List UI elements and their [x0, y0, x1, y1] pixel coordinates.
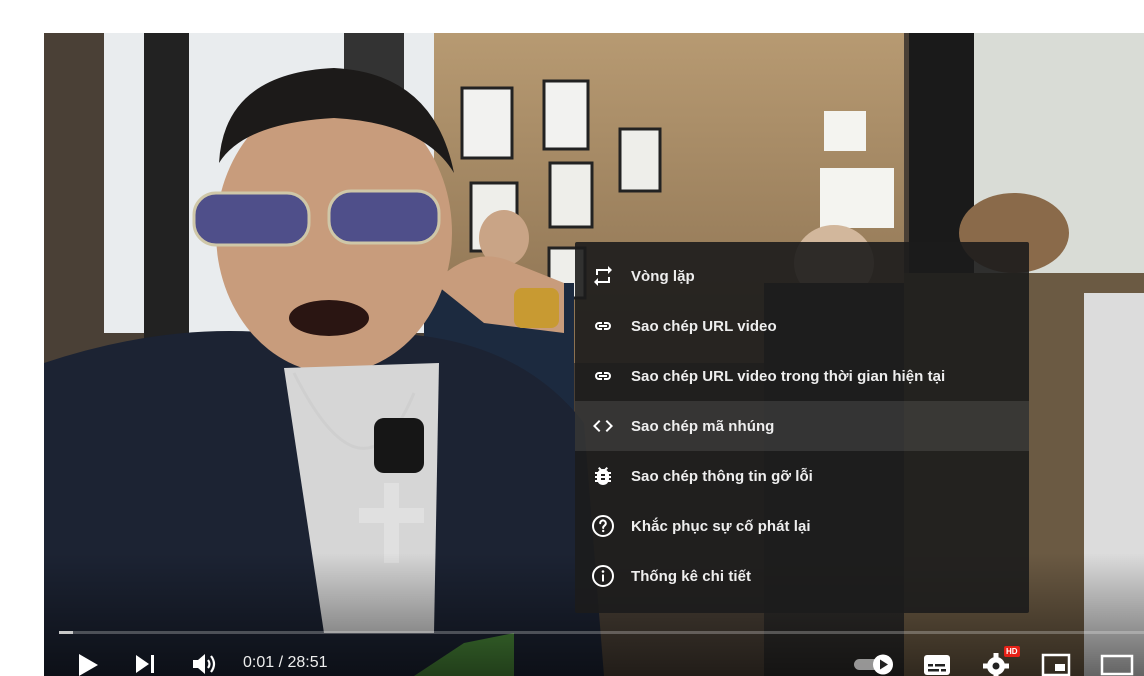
current-time: 0:01 [243, 654, 275, 671]
progress-bar[interactable] [59, 631, 1144, 634]
play-button[interactable] [76, 652, 100, 676]
loop-icon [590, 263, 616, 289]
progress-bar-played [59, 631, 73, 634]
menu-item-troubleshoot-playback[interactable]: Khắc phục sự cố phát lại [575, 501, 1029, 551]
context-menu: Vòng lặp Sao chép URL video Sao chép URL… [575, 242, 1029, 613]
theater-mode-button[interactable] [1100, 652, 1134, 676]
autoplay-toggle-icon [854, 654, 893, 675]
theater-mode-icon [1100, 654, 1134, 676]
menu-item-loop[interactable]: Vòng lặp [575, 251, 1029, 301]
menu-item-stats-for-nerds[interactable]: Thống kê chi tiết [575, 551, 1029, 601]
menu-item-copy-video-url-at-time[interactable]: Sao chép URL video trong thời gian hiện … [575, 351, 1029, 401]
bug-icon [590, 463, 616, 489]
time-display: 0:01 / 28:51 [243, 654, 328, 672]
hd-badge: HD [1004, 646, 1020, 657]
volume-icon [193, 654, 216, 674]
menu-item-label: Sao chép URL video trong thời gian hiện … [631, 367, 946, 385]
autoplay-toggle[interactable] [852, 652, 896, 676]
next-button[interactable] [134, 653, 158, 675]
menu-item-copy-embed-code[interactable]: Sao chép mã nhúng [575, 401, 1029, 451]
menu-item-copy-debug-info[interactable]: Sao chép thông tin gỡ lỗi [575, 451, 1029, 501]
menu-item-label: Sao chép thông tin gỡ lỗi [631, 467, 813, 485]
miniplayer-icon [1041, 653, 1071, 676]
menu-item-copy-video-url[interactable]: Sao chép URL video [575, 301, 1029, 351]
help-circle-icon [590, 513, 616, 539]
duration: 28:51 [287, 654, 328, 671]
link-icon [590, 313, 616, 339]
info-circle-icon [590, 563, 616, 589]
menu-item-label: Thống kê chi tiết [631, 567, 752, 585]
miniplayer-button[interactable] [1041, 652, 1071, 676]
menu-item-label: Vòng lặp [631, 267, 695, 285]
menu-item-label: Sao chép URL video [631, 317, 777, 335]
subtitles-icon [924, 655, 950, 675]
subtitles-button[interactable] [922, 652, 952, 676]
next-icon [136, 655, 154, 673]
volume-button[interactable] [191, 652, 219, 676]
menu-item-label: Khắc phục sự cố phát lại [631, 517, 811, 535]
time-separator: / [274, 654, 288, 671]
menu-item-label: Sao chép mã nhúng [631, 417, 775, 435]
link-icon [590, 363, 616, 389]
embed-code-icon [590, 413, 616, 439]
play-icon [79, 654, 98, 676]
